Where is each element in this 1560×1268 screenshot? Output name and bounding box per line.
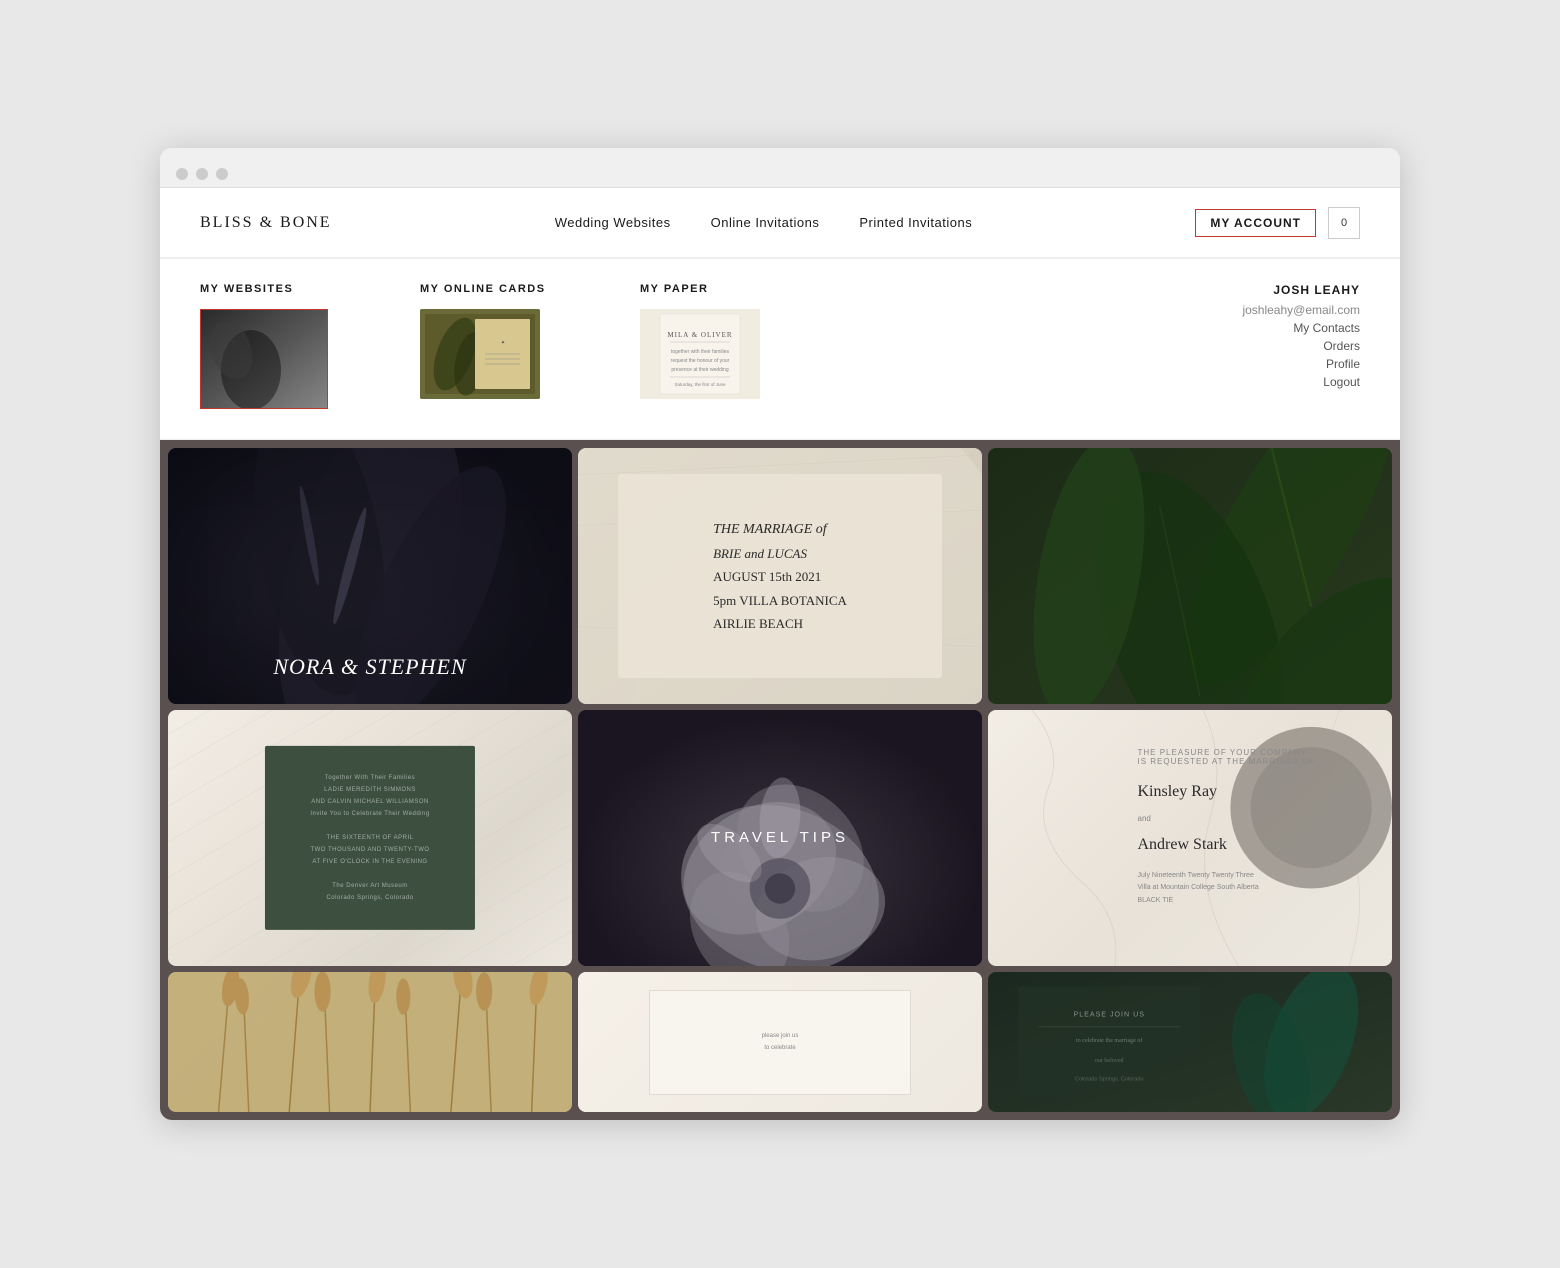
svg-text:together with their families: together with their families (671, 349, 730, 355)
my-online-cards-title: MY ONLINE CARDS (420, 283, 610, 295)
white-cream-text: please join usto celebrate (762, 1030, 799, 1054)
marriage-text-line5: AIRLIE BEACH (713, 612, 847, 635)
account-name: JOSH LEAHY (1242, 283, 1360, 297)
kinsley-name: Kinsley Ray (1138, 774, 1360, 809)
brand-logo[interactable]: BLISS & BONE (200, 214, 332, 232)
cart-button[interactable]: 0 (1328, 207, 1360, 239)
account-email: joshleahy@email.com (1242, 303, 1360, 317)
my-paper-section: MY PAPER MILA & OLIVER together with the… (640, 283, 860, 399)
nav-right: MY ACCOUNT 0 (1195, 207, 1360, 239)
svg-text:Saturday, the first of June: Saturday, the first of June (675, 382, 726, 387)
brie-lucas-text: THE MARRIAGE of BRIE and LUCAS AUGUST 15… (713, 517, 847, 636)
browser-dot-1 (176, 168, 188, 180)
kinsley-note: BLACK TIE (1138, 897, 1174, 904)
kinsley-and: and (1138, 814, 1360, 823)
online-cards-thumbnail[interactable]: ✦ (420, 309, 540, 399)
grass-bg-svg (168, 972, 572, 1112)
tile-white-cream[interactable]: please join usto celebrate (578, 972, 982, 1112)
svg-text:our beloved: our beloved (1095, 1058, 1124, 1064)
profile-link[interactable]: Profile (1242, 357, 1360, 371)
andrew-name: Andrew Stark (1138, 827, 1360, 862)
travel-tips-text-overlay: TRAVEL TIPS (711, 829, 849, 847)
dark-green-bg-svg: PLEASE JOIN US to celebrate the marriage… (988, 972, 1392, 1112)
nora-stephen-names: NORA & STEPHEN (273, 654, 466, 679)
kinsley-date: July Nineteenth Twenty Twenty Three (1138, 872, 1254, 879)
tile-grass[interactable] (168, 972, 572, 1112)
white-cream-inner-card: please join usto celebrate (649, 990, 912, 1095)
nav-link-printed-invitations[interactable]: Printed Invitations (859, 215, 972, 230)
paper-preview: MILA & OLIVER together with their famili… (640, 309, 760, 399)
nav-link-online-invitations[interactable]: Online Invitations (711, 215, 820, 230)
website-preview-image (201, 310, 328, 409)
kinsley-details: July Nineteenth Twenty Twenty Three Vill… (1138, 870, 1360, 908)
marriage-text-line1: THE MARRIAGE of (713, 517, 847, 542)
my-websites-thumbnail[interactable] (200, 309, 328, 409)
my-websites-title: MY WEBSITES (200, 283, 390, 295)
green-invitation-text: Together With Their Families LADIE MERED… (310, 772, 429, 904)
online-card-preview: ✦ (420, 309, 540, 399)
kinsley-venue: Villa at Mountain College South Alberta (1138, 884, 1259, 891)
account-dropdown: MY WEBSITES MY ONLINE CAR (160, 258, 1400, 440)
kinsley-andrew-text: THE PLEASURE OF YOUR COMPANYIS REQUESTED… (1138, 748, 1360, 907)
cart-count: 0 (1341, 217, 1347, 229)
svg-text:MILA & OLIVER: MILA & OLIVER (667, 331, 732, 339)
browser-dot-2 (196, 168, 208, 180)
account-section: JOSH LEAHY joshleahy@email.com My Contac… (1242, 283, 1360, 393)
marriage-text-line4: 5pm VILLA BOTANICA (713, 589, 847, 612)
svg-text:✦: ✦ (501, 340, 505, 346)
marriage-text-line3: AUGUST 15th 2021 (713, 565, 847, 588)
svg-text:Colorado Springs, Colorado: Colorado Springs, Colorado (1075, 1076, 1143, 1082)
tile-nora-stephen[interactable]: NORA & STEPHEN (168, 448, 572, 704)
tile-dark-green-card[interactable]: PLEASE JOIN US to celebrate the marriage… (988, 972, 1392, 1112)
tile-green-invitation[interactable]: Together With Their Families LADIE MERED… (168, 710, 572, 966)
white-cream-card-wrapper: please join usto celebrate (578, 972, 982, 1112)
brie-lucas-card: THE MARRIAGE of BRIE and LUCAS AUGUST 15… (618, 474, 941, 679)
marriage-text-line2: BRIE and LUCAS (713, 542, 847, 565)
hero-section: NORA & STEPHEN THE MARRIAGE of BRIE and … (160, 440, 1400, 1120)
tile-brie-lucas[interactable]: THE MARRIAGE of BRIE and LUCAS AUGUST 15… (578, 448, 982, 704)
svg-text:PLEASE JOIN US: PLEASE JOIN US (1073, 1012, 1144, 1019)
green-plants-bg (988, 448, 1392, 704)
browser-chrome (160, 148, 1400, 188)
nora-stephen-names-overlay: NORA & STEPHEN (168, 654, 572, 680)
logout-link[interactable]: Logout (1242, 375, 1360, 389)
browser-window: BLISS & BONE Wedding Websites Online Inv… (160, 148, 1400, 1120)
my-contacts-link[interactable]: My Contacts (1242, 321, 1360, 335)
nav-center: Wedding Websites Online Invitations Prin… (555, 215, 973, 230)
my-websites-section: MY WEBSITES (200, 283, 420, 409)
svg-text:to celebrate the marriage of: to celebrate the marriage of (1076, 1037, 1143, 1044)
kinsley-small-text: THE PLEASURE OF YOUR COMPANYIS REQUESTED… (1138, 748, 1360, 766)
green-invitation-card: Together With Their Families LADIE MERED… (265, 746, 475, 930)
my-online-cards-section: MY ONLINE CARDS ✦ (420, 283, 640, 399)
orders-link[interactable]: Orders (1242, 339, 1360, 353)
browser-dot-3 (216, 168, 228, 180)
paper-thumbnail[interactable]: MILA & OLIVER together with their famili… (640, 309, 760, 399)
svg-text:request the honour of your: request the honour of your (671, 358, 730, 364)
navbar: BLISS & BONE Wedding Websites Online Inv… (160, 188, 1400, 258)
tile-travel-tips[interactable]: TRAVEL TIPS (578, 710, 982, 966)
travel-tips-label: TRAVEL TIPS (711, 829, 849, 846)
my-paper-title: MY PAPER (640, 283, 830, 295)
svg-text:presence at their wedding: presence at their wedding (671, 367, 728, 373)
tile-green-plants[interactable] (988, 448, 1392, 704)
my-account-button[interactable]: MY ACCOUNT (1195, 209, 1316, 237)
nav-link-wedding-websites[interactable]: Wedding Websites (555, 215, 671, 230)
tile-kinsley-andrew[interactable]: THE PLEASURE OF YOUR COMPANYIS REQUESTED… (988, 710, 1392, 966)
